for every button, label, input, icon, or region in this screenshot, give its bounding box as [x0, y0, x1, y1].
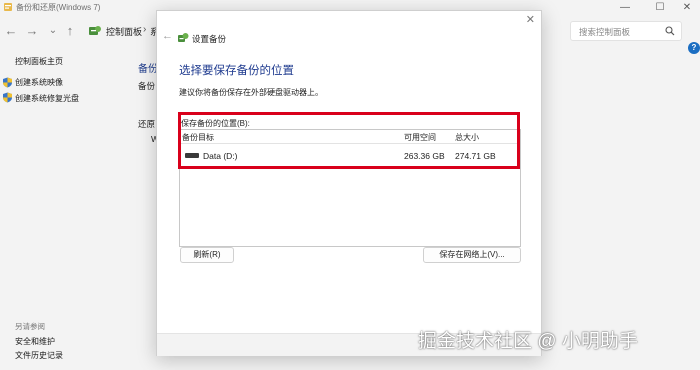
minimize-button[interactable]: — — [610, 0, 640, 16]
control-panel-icon — [89, 26, 101, 35]
see-also-heading: 另请参阅 — [15, 322, 45, 331]
search-placeholder: 搜索控制面板 — [579, 27, 631, 37]
backup-app-icon — [4, 3, 12, 11]
shield-icon — [3, 77, 12, 88]
dialog-heading: 选择要保存备份的位置 — [179, 65, 294, 77]
watermark: 掘金技术社区 @ 小明助手 — [418, 331, 638, 352]
recent-locations-chevron-icon[interactable]: ⌄ — [45, 23, 61, 39]
back-button[interactable]: ← — [3, 23, 19, 39]
forward-button[interactable]: → — [24, 23, 40, 39]
highlight-box — [178, 112, 520, 169]
backup-subheading: 备份 — [138, 81, 156, 91]
breadcrumb-control-panel[interactable]: 控制面板 — [106, 25, 142, 38]
save-on-network-button[interactable]: 保存在网络上(V)... — [423, 247, 521, 263]
setup-backup-dialog: ✕ ← 设置备份 选择要保存备份的位置 建议你将备份保存在外部硬盘驱动器上。 保… — [156, 10, 542, 356]
sidebar-create-system-image[interactable]: 创建系统映像 — [15, 77, 63, 88]
shield-icon — [3, 92, 12, 103]
sidebar-create-repair-disc[interactable]: 创建系统修复光盘 — [15, 93, 79, 104]
maximize-button[interactable]: ☐ — [645, 0, 675, 16]
dialog-description: 建议你将备份保存在外部硬盘驱动器上。 — [179, 88, 323, 97]
sidebar-control-panel-home[interactable]: 控制面板主页 — [15, 56, 63, 67]
dialog-close-button[interactable]: ✕ — [526, 13, 535, 26]
dialog-back-button[interactable]: ← — [162, 30, 173, 42]
search-input[interactable]: 搜索控制面板 — [570, 21, 682, 41]
restore-heading: 还原 — [138, 119, 156, 129]
backup-heading: 备份 — [138, 64, 158, 75]
close-button[interactable]: ✕ — [672, 0, 700, 16]
window-title: 备份和还原(Windows 7) — [16, 3, 101, 12]
dialog-window-title: 设置备份 — [192, 34, 227, 44]
refresh-button[interactable]: 刷新(R) — [180, 247, 234, 263]
sidebar-security-maintenance[interactable]: 安全和维护 — [15, 336, 55, 347]
sidebar: 控制面板主页 创建系统映像 创建系统修复光盘 另请参阅 安全和维护 文件历史记录 — [0, 46, 135, 370]
help-button[interactable]: ? — [688, 42, 700, 54]
sidebar-file-history[interactable]: 文件历史记录 — [15, 350, 63, 361]
breadcrumb-separator[interactable]: › — [143, 24, 146, 35]
search-icon — [665, 26, 675, 36]
up-button[interactable]: ↑ — [62, 23, 78, 39]
backup-icon — [178, 33, 189, 42]
